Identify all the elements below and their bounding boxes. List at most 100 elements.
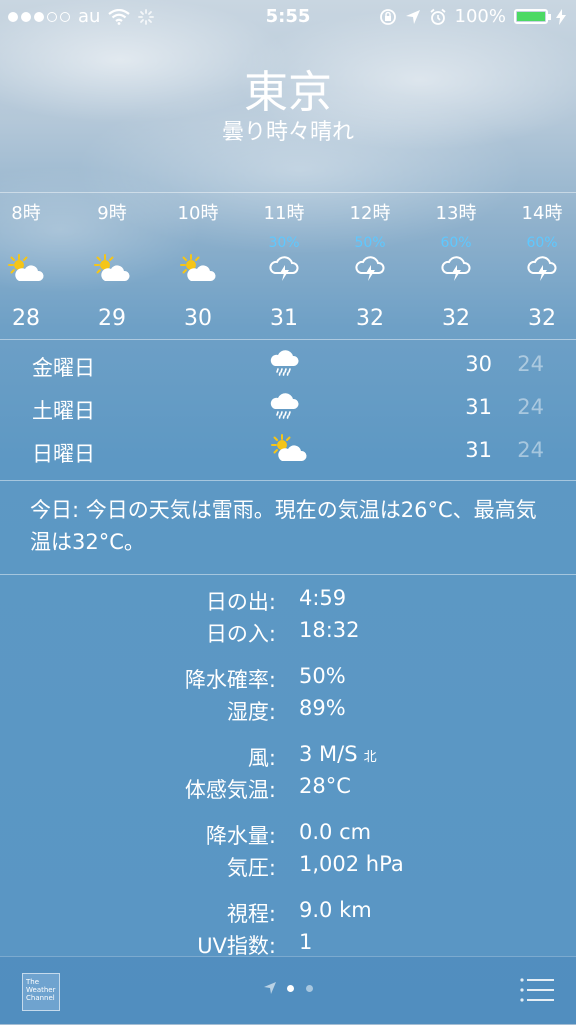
daily-forecast: 金曜日 30 24 土曜日 31 24 日曜日 31 24 (0, 344, 576, 473)
detail-value: 0.0 cm (299, 820, 372, 844)
partly-sunny-icon (162, 254, 234, 284)
detail-label: 体感気温: (184, 778, 276, 802)
precip-chance: 50% (354, 235, 386, 251)
thunderstorm-icon (334, 254, 406, 284)
hourly-item: 12時 50% 32 (334, 200, 406, 331)
high-temp: 31 (465, 395, 492, 419)
divider (0, 192, 576, 193)
hour-temperature: 32 (356, 306, 384, 331)
page-indicator[interactable] (0, 981, 576, 995)
detail-row: 体感気温: 28°C (0, 774, 576, 806)
detail-label: 日の入: (205, 622, 276, 646)
hour-temperature: 32 (442, 306, 470, 331)
hour-temperature: 30 (184, 306, 212, 331)
detail-row: 気圧: 1,002 hPa (0, 852, 576, 884)
detail-value: 1 (299, 930, 313, 954)
bottom-toolbar: The Weather Channel (0, 956, 576, 1025)
precip-chance (0, 236, 62, 250)
detail-label: 気圧: (226, 856, 276, 880)
daily-row: 土曜日 31 24 (0, 387, 576, 430)
precip-chance: 60% (440, 235, 472, 251)
partly-sunny-icon (0, 254, 62, 284)
page-dot[interactable] (306, 984, 313, 992)
precip-chance (76, 236, 148, 250)
daily-row: 金曜日 30 24 (0, 344, 576, 387)
thunderstorm-icon (420, 254, 492, 284)
alarm-icon (429, 8, 446, 25)
city-name: 東京 (244, 67, 332, 118)
page-dot[interactable] (287, 984, 294, 992)
hour-temperature: 28 (12, 306, 40, 331)
detail-label: 視程: (226, 902, 276, 926)
detail-row: 湿度: 89% (0, 696, 576, 728)
divider (0, 574, 576, 575)
hour-label: 9時 (97, 203, 127, 224)
hourly-item: 14時 60% 32 (506, 200, 576, 331)
hourly-item: 13時 60% 32 (420, 200, 492, 331)
precip-chance (162, 236, 234, 250)
hour-temperature: 32 (528, 306, 556, 331)
hour-label: 14時 (521, 203, 563, 224)
hour-label: 13時 (435, 203, 477, 224)
rain-cloud-icon (270, 391, 300, 425)
low-temp: 24 (517, 352, 544, 376)
detail-label: 降水量: (205, 824, 276, 848)
day-name: 土曜日 (32, 399, 95, 423)
detail-value: 50% (299, 664, 346, 688)
hour-temperature: 31 (270, 306, 298, 331)
detail-row: 視程: 9.0 km (0, 898, 576, 930)
detail-row: 日の入: 18:32 (0, 618, 576, 650)
hour-label: 8時 (11, 203, 41, 224)
detail-row: 日の出: 4:59 (0, 586, 576, 618)
battery-percentage: 100% (454, 6, 506, 27)
hourly-item: 9時 29 (76, 200, 148, 331)
hour-temperature: 29 (98, 306, 126, 331)
detail-value: 89% (299, 696, 346, 720)
status-bar: au 5:55 100% (0, 0, 576, 34)
precip-chance: 60% (526, 235, 558, 251)
hour-label: 10時 (177, 203, 219, 224)
partly-sunny-icon (76, 254, 148, 284)
detail-value: 28°C (299, 774, 351, 798)
detail-row: 降水量: 0.0 cm (0, 820, 576, 852)
hourly-item: 10時 30 (162, 200, 234, 331)
high-temp: 30 (465, 352, 492, 376)
thunderstorm-icon (506, 254, 576, 284)
daily-row: 日曜日 31 24 (0, 430, 576, 473)
detail-label: 湿度: (226, 700, 276, 724)
detail-value: 3 M/S 北 (299, 742, 377, 766)
detail-label: 日の出: (205, 590, 276, 614)
charging-bolt-icon (556, 8, 566, 25)
detail-label: 風: (247, 746, 276, 770)
wind-direction: 北 (363, 750, 377, 765)
divider (0, 480, 576, 481)
detail-row: 風: 3 M/S 北 (0, 742, 576, 774)
partly-sunny-icon (270, 434, 308, 468)
hour-label: 12時 (349, 203, 391, 224)
city-list-icon[interactable] (520, 977, 554, 1003)
day-name: 金曜日 (32, 356, 95, 380)
weather-details: 日の出: 4:59 日の入: 18:32 降水確率: 50% 湿度: 89% 風: 3 … (0, 586, 576, 962)
hourly-item: 11時 30% 31 (248, 200, 320, 331)
high-temp: 31 (465, 438, 492, 462)
rain-cloud-icon (270, 348, 300, 382)
day-name: 日曜日 (32, 442, 95, 466)
precip-chance: 30% (268, 235, 300, 251)
current-location-arrow-icon (264, 982, 276, 994)
low-temp: 24 (517, 438, 544, 462)
thunderstorm-icon (248, 254, 320, 284)
divider (0, 339, 576, 340)
detail-value: 4:59 (299, 586, 347, 610)
hour-label: 11時 (263, 203, 305, 224)
logo-text: Channel (26, 994, 55, 1002)
low-temp: 24 (517, 395, 544, 419)
detail-row: 降水確率: 50% (0, 664, 576, 696)
location-arrow-icon (405, 9, 420, 24)
detail-value: 1,002 hPa (299, 852, 404, 876)
today-summary: 今日: 今日の天気は雷雨。現在の気温は26°C、最高気温は32°C。 (30, 498, 537, 554)
hourly-item: 8時 28 (0, 200, 62, 331)
battery-icon (514, 9, 551, 24)
detail-value: 9.0 km (299, 898, 372, 922)
hourly-forecast[interactable]: 8時 28 9時 29 10時 30 11時 30% 31 12時 50% 32… (0, 200, 576, 336)
detail-value: 18:32 (299, 618, 360, 642)
